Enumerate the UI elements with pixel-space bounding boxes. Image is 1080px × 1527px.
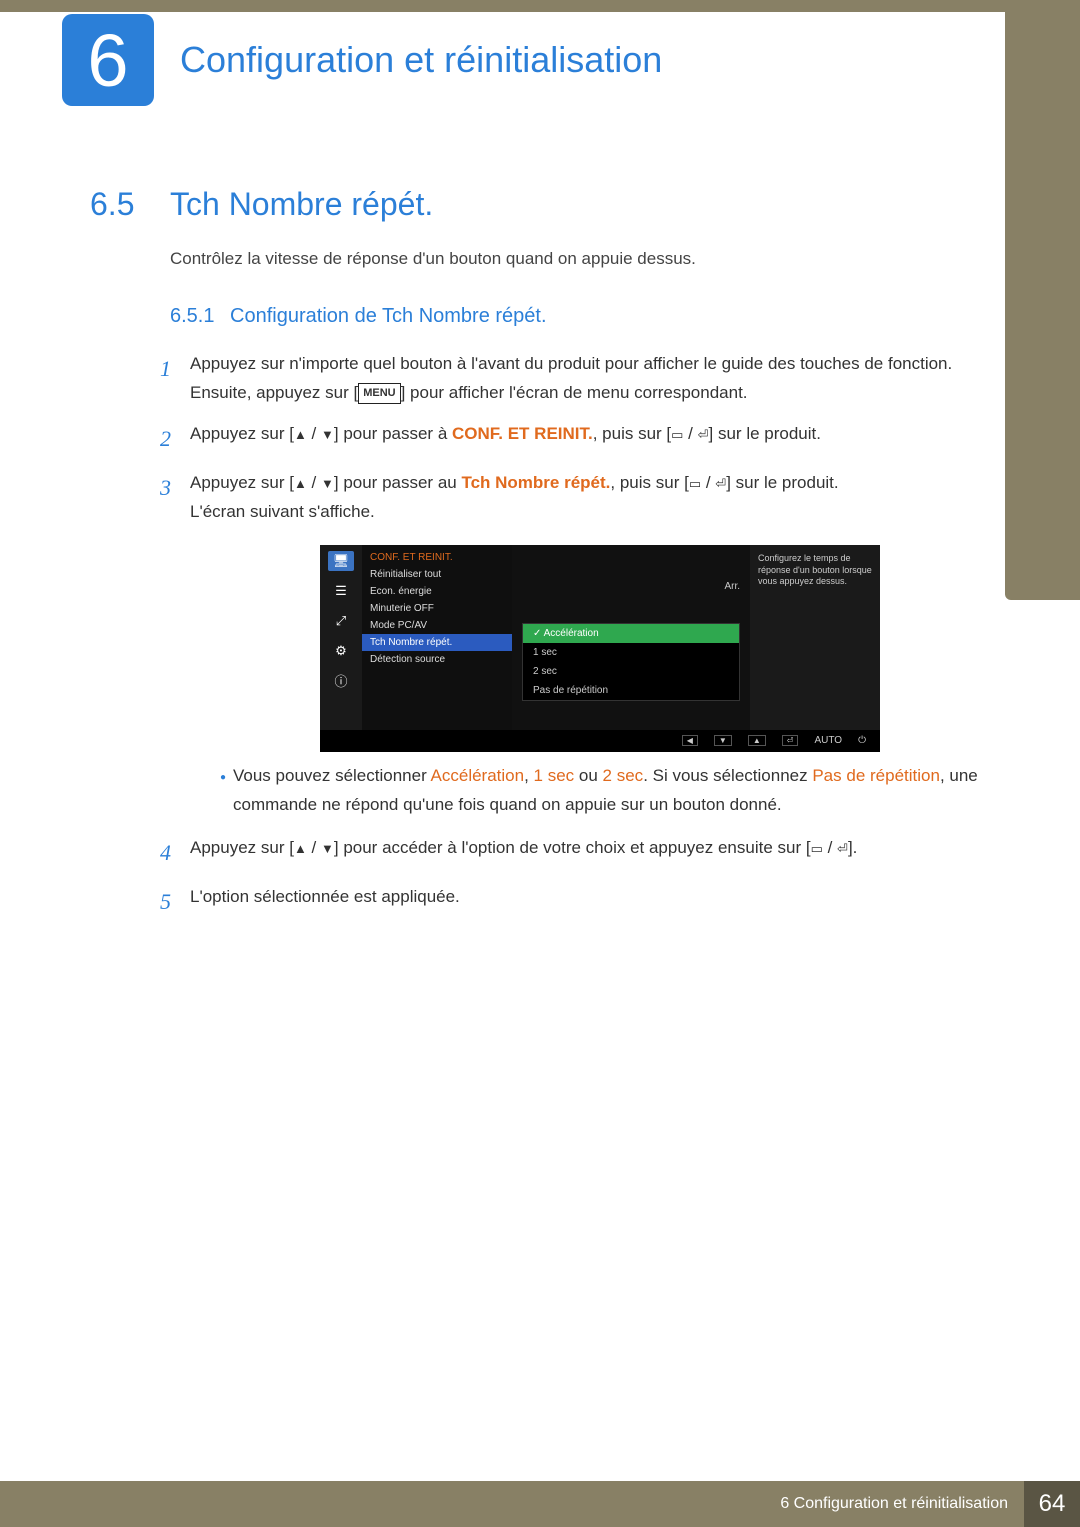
footer-chapter-label: 6 Configuration et réinitialisation [0, 1481, 1024, 1527]
step-text: , puis sur [ [593, 424, 671, 443]
osd-value: Arr. [724, 581, 740, 592]
osd-screenshot: 🖥 ☰ ⤢ ⚙ ⓘ CONF. ET REINIT. Réinitialiser… [320, 545, 1000, 752]
subsection-title: Configuration de Tch Nombre répét. [230, 305, 546, 327]
osd-option: 1 sec [523, 643, 739, 662]
step-text: ] pour passer au [334, 473, 462, 492]
step-2: 2 Appuyez sur [▲ / ▼] pour passer à CONF… [160, 420, 1000, 457]
info-icon: ⓘ [328, 671, 354, 691]
osd-footer: ◀ ▼ ▲ ⏎ AUTO ⏻ [320, 730, 880, 752]
highlight-text: 2 sec [603, 766, 644, 785]
note-text: , [524, 766, 533, 785]
step-list-cont: 4 Appuyez sur [▲ / ▼] pour accéder à l'o… [160, 834, 1000, 921]
osd-menu-item: Econ. énergie [362, 583, 512, 600]
note-text: Vous pouvez sélectionner [233, 766, 431, 785]
step-5: 5 L'option sélectionnée est appliquée. [160, 883, 1000, 920]
rect-icon: ▭ [811, 842, 823, 855]
rect-icon: ▭ [689, 477, 701, 490]
osd-menu-item: Réinitialiser tout [362, 566, 512, 583]
step-number: 3 [160, 469, 190, 527]
page-number: 64 [1024, 1481, 1080, 1527]
step-number: 4 [160, 834, 190, 871]
step-list: 1 Appuyez sur n'importe quel bouton à l'… [160, 350, 1000, 527]
up-arrow-icon: ▲ [294, 428, 307, 441]
enter-icon: ⏎ [715, 477, 726, 490]
highlight-text: Pas de répétition [812, 766, 940, 785]
down-arrow-icon: ▼ [321, 428, 334, 441]
osd-option-selected: Accélération [523, 624, 739, 643]
osd-menu-item: Détection source [362, 651, 512, 668]
step-text: ] pour passer à [334, 424, 452, 443]
up-arrow-icon: ▲ [294, 842, 307, 855]
highlight-text: CONF. ET REINIT. [452, 424, 593, 443]
left-arrow-icon: ◀ [682, 735, 698, 746]
osd-option: Pas de répétition [523, 681, 739, 700]
section-heading: 6.5 Tch Nombre répét. [90, 186, 1000, 223]
osd-sidebar: 🖥 ☰ ⤢ ⚙ ⓘ [320, 545, 362, 730]
step-text: L'option sélectionnée est appliquée. [190, 883, 1000, 920]
top-accent-bar [0, 0, 1005, 12]
note-text: ou [574, 766, 602, 785]
down-arrow-icon: ▼ [321, 477, 334, 490]
step-text: Appuyez sur [ [190, 473, 294, 492]
up-arrow-icon: ▲ [294, 477, 307, 490]
side-tab [1005, 0, 1080, 600]
page-content: 6.5 Tch Nombre répét. Contrôlez la vites… [0, 106, 1080, 921]
osd-option: 2 sec [523, 662, 739, 681]
power-icon: ⏻ [858, 735, 866, 746]
resize-icon: ⤢ [328, 611, 354, 631]
step-4: 4 Appuyez sur [▲ / ▼] pour accéder à l'o… [160, 834, 1000, 871]
osd-submenu: Accélération 1 sec 2 sec Pas de répétiti… [522, 623, 740, 701]
osd-menu-item-selected: Tch Nombre répét. [362, 634, 512, 651]
step-text: ] sur le produit. [726, 473, 838, 492]
enter-icon: ⏎ [837, 842, 848, 855]
menu-button-icon: MENU [358, 383, 400, 404]
note-text: . Si vous sélectionnez [643, 766, 812, 785]
step-text: ] pour afficher l'écran de menu correspo… [401, 383, 748, 402]
down-arrow-icon: ▼ [321, 842, 334, 855]
step-1: 1 Appuyez sur n'importe quel bouton à l'… [160, 350, 1000, 408]
step-text: L'écran suivant s'affiche. [190, 502, 375, 521]
step-text: ] sur le produit. [709, 424, 821, 443]
osd-menu-item: Minuterie OFF [362, 600, 512, 617]
step-text: Appuyez sur [ [190, 424, 294, 443]
subsection-heading: 6.5.1 Configuration de Tch Nombre répét. [170, 305, 1000, 328]
highlight-text: 1 sec [534, 766, 575, 785]
osd-menu-list: CONF. ET REINIT. Réinitialiser tout Econ… [362, 545, 512, 730]
subsection-number: 6.5.1 [170, 305, 214, 327]
step-text: ]. [848, 838, 857, 857]
gear-icon: ⚙ [328, 641, 354, 661]
osd-help-text: Configurez le temps de réponse d'un bout… [750, 545, 880, 730]
bullet-dot-icon: ● [220, 762, 233, 820]
chapter-number-badge: 6 [62, 14, 154, 106]
enter-icon: ⏎ [698, 428, 709, 441]
osd-auto-label: AUTO [814, 735, 842, 746]
step-3: 3 Appuyez sur [▲ / ▼] pour passer au Tch… [160, 469, 1000, 527]
page-footer: 6 Configuration et réinitialisation 64 [0, 1481, 1080, 1527]
step-number: 5 [160, 883, 190, 920]
osd-menu-item: Mode PC/AV [362, 617, 512, 634]
note-bullet: ● Vous pouvez sélectionner Accélération,… [220, 762, 1000, 820]
highlight-text: Tch Nombre répét. [461, 473, 610, 492]
osd-center-panel: Arr. Accélération 1 sec 2 sec Pas de rép… [512, 545, 750, 730]
enter-icon: ⏎ [782, 735, 799, 746]
monitor-icon: 🖥 [328, 551, 354, 571]
chapter-title: Configuration et réinitialisation [180, 39, 662, 81]
down-arrow-icon: ▼ [714, 735, 732, 746]
section-title: Tch Nombre répét. [170, 186, 433, 223]
osd-menu-header: CONF. ET REINIT. [362, 549, 512, 566]
up-arrow-icon: ▲ [748, 735, 766, 746]
step-text: , puis sur [ [610, 473, 688, 492]
step-number: 2 [160, 420, 190, 457]
highlight-text: Accélération [431, 766, 525, 785]
step-text: ] pour accéder à l'option de votre choix… [334, 838, 811, 857]
rect-icon: ▭ [671, 428, 683, 441]
section-intro: Contrôlez la vitesse de réponse d'un bou… [170, 249, 1000, 269]
step-text: Appuyez sur [ [190, 838, 294, 857]
list-icon: ☰ [328, 581, 354, 601]
step-number: 1 [160, 350, 190, 408]
section-number: 6.5 [90, 186, 170, 223]
chapter-header: 6 Configuration et réinitialisation [0, 0, 1080, 106]
